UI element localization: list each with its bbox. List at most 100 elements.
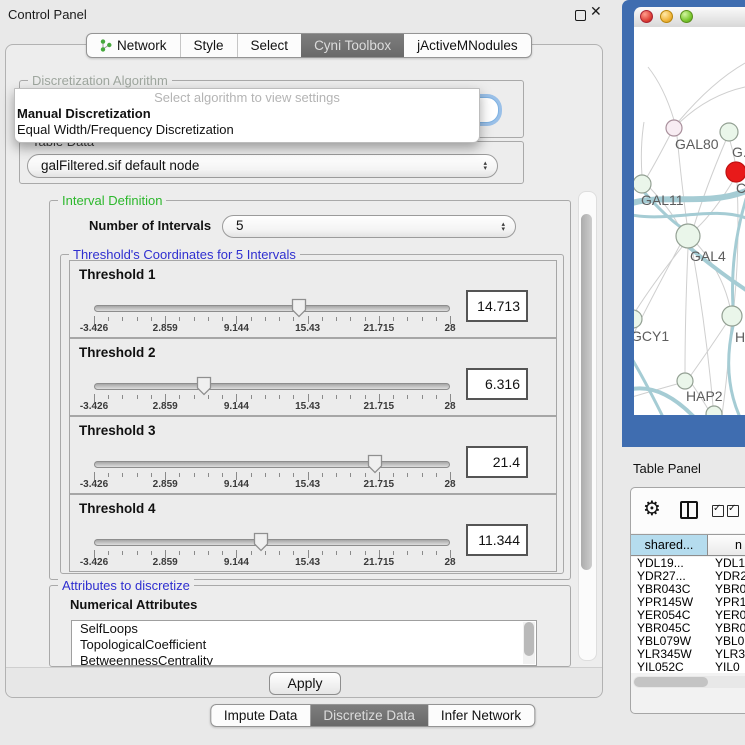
close-window-icon[interactable] — [640, 10, 653, 23]
list-item[interactable]: BetweennessCentrality — [72, 653, 536, 666]
number-of-intervals-value: 5 — [236, 218, 244, 233]
slider-tick — [122, 317, 123, 321]
slider-tick — [322, 473, 323, 477]
tab-jactivemnodules[interactable]: jActiveMNodules — [404, 34, 531, 57]
threshold-label: Threshold 2 — [79, 345, 156, 360]
apply-button[interactable]: Apply — [269, 672, 341, 695]
column-header[interactable]: shared... — [631, 535, 708, 555]
network-node[interactable] — [634, 310, 642, 328]
network-canvas[interactable]: GAL80G.CGAL11GAL4GCY1HHAP2 — [634, 27, 745, 415]
checkbox-icon[interactable] — [712, 505, 724, 517]
scrollbar-thumb[interactable] — [524, 622, 534, 656]
slider-thumb[interactable] — [291, 298, 307, 318]
split-columns-icon[interactable] — [680, 501, 698, 519]
tab-infer-network[interactable]: Infer Network — [428, 705, 534, 726]
slider-tick-label: 15.43 — [295, 401, 320, 412]
cell-name: YPR1 — [708, 596, 745, 609]
interval-definition-label: Interval Definition — [58, 193, 166, 208]
table-row[interactable]: YPR145WYPR1 — [631, 596, 745, 609]
algorithm-option[interactable]: Equal Width/Frequency Discretization — [15, 122, 479, 138]
network-edge — [680, 87, 745, 122]
tab-network[interactable]: Network — [87, 34, 180, 57]
zoom-window-icon[interactable] — [680, 10, 693, 23]
slider-tick — [137, 551, 138, 555]
table-row[interactable]: YLR345WYLR3 — [631, 648, 745, 661]
network-edge — [648, 67, 674, 120]
slider-tick — [322, 317, 323, 321]
list-item[interactable]: TopologicalCoefficient — [72, 637, 536, 653]
tab-cyni-toolbox[interactable]: Cyni Toolbox — [301, 34, 404, 57]
slider-track[interactable] — [94, 305, 450, 312]
tab-style[interactable]: Style — [180, 34, 237, 57]
list-scrollbar[interactable] — [523, 622, 535, 664]
column-header[interactable]: n — [708, 535, 745, 555]
slider-tick-label: 9.144 — [224, 557, 249, 568]
network-node[interactable] — [726, 162, 745, 182]
slider-tick-label: 2.859 — [153, 323, 178, 334]
network-node[interactable] — [676, 224, 700, 248]
gear-icon[interactable]: ⚙ — [643, 496, 661, 520]
algorithm-option[interactable]: Manual Discretization — [15, 106, 479, 122]
slider-tick — [265, 395, 266, 399]
table-data-combobox[interactable]: galFiltered.sif default node ▴▾ — [27, 154, 498, 178]
cell-shared-name: YDL19... — [631, 557, 708, 570]
slider-tick — [436, 317, 437, 321]
table-row[interactable]: YBR045CYBR0 — [631, 622, 745, 635]
network-edge — [685, 248, 688, 373]
scrollbar-thumb[interactable] — [634, 677, 708, 687]
number-of-intervals-combobox[interactable]: 5 ▴▾ — [222, 215, 516, 238]
slider-tick — [208, 473, 209, 477]
threshold-value-field[interactable]: 21.4 — [466, 446, 528, 478]
table-row[interactable]: YER054CYER0 — [631, 609, 745, 622]
float-panel-icon[interactable] — [575, 10, 586, 21]
network-graph[interactable]: GAL80G.CGAL11GAL4GCY1HHAP2 — [634, 27, 745, 415]
slider-track[interactable] — [94, 383, 450, 390]
threshold-label: Threshold 4 — [79, 501, 156, 516]
slider-track[interactable] — [94, 539, 450, 546]
checkbox-icon[interactable] — [727, 505, 739, 517]
network-node[interactable] — [722, 306, 742, 326]
interval-definition-group: Interval Definition Number of Intervals … — [49, 200, 571, 580]
scrollbar-thumb[interactable] — [581, 214, 592, 570]
network-node[interactable] — [634, 175, 651, 193]
tab-impute-data[interactable]: Impute Data — [211, 705, 311, 726]
network-node[interactable] — [706, 406, 722, 415]
slider-thumb[interactable] — [196, 376, 212, 396]
slider-tick-label: 2.859 — [153, 479, 178, 490]
slider-thumb[interactable] — [253, 532, 269, 552]
horizontal-scrollbar[interactable] — [633, 676, 745, 688]
slider-tick — [407, 317, 408, 321]
cell-shared-name: YBR043C — [631, 583, 708, 596]
network-node[interactable] — [677, 373, 693, 389]
network-node-label: GAL80 — [675, 136, 719, 152]
threshold-value-field[interactable]: 6.316 — [466, 368, 528, 400]
threshold-value-field[interactable]: 14.713 — [466, 290, 528, 322]
network-node-label: HAP2 — [686, 388, 723, 404]
vertical-scrollbar[interactable] — [578, 191, 597, 661]
list-item[interactable]: SelfLoops — [72, 621, 536, 637]
threshold-value-field[interactable]: 11.344 — [466, 524, 528, 556]
table-row[interactable]: YIL052CYIL0 — [631, 661, 745, 673]
network-node[interactable] — [666, 120, 682, 136]
numerical-attributes-list[interactable]: SelfLoopsTopologicalCoefficientBetweenne… — [71, 620, 537, 666]
table-row[interactable]: YDL19...YDL1 — [631, 557, 745, 570]
table-row[interactable]: YBL079WYBL0 — [631, 635, 745, 648]
network-node[interactable] — [720, 123, 738, 141]
slider-track[interactable] — [94, 461, 450, 468]
table-panel-title: Table Panel — [633, 461, 701, 476]
tab-discretize-data[interactable]: Discretize Data — [310, 705, 428, 726]
slider-tick — [422, 317, 423, 321]
slider-tick — [179, 317, 180, 321]
slider-thumb[interactable] — [367, 454, 383, 474]
table-row[interactable]: YDR27...YDR2 — [631, 570, 745, 583]
slider-tick — [151, 395, 152, 399]
slider-tick — [336, 317, 337, 321]
close-panel-icon[interactable]: ✕ — [590, 4, 602, 20]
slider-tick — [108, 551, 109, 555]
tab-select[interactable]: Select — [237, 34, 302, 57]
slider-tick-label: -3.426 — [80, 323, 108, 334]
minimize-window-icon[interactable] — [660, 10, 673, 23]
table-row[interactable]: YBR043CYBR0 — [631, 583, 745, 596]
slider-tick — [137, 317, 138, 321]
tab-label: Discretize Data — [323, 708, 415, 723]
